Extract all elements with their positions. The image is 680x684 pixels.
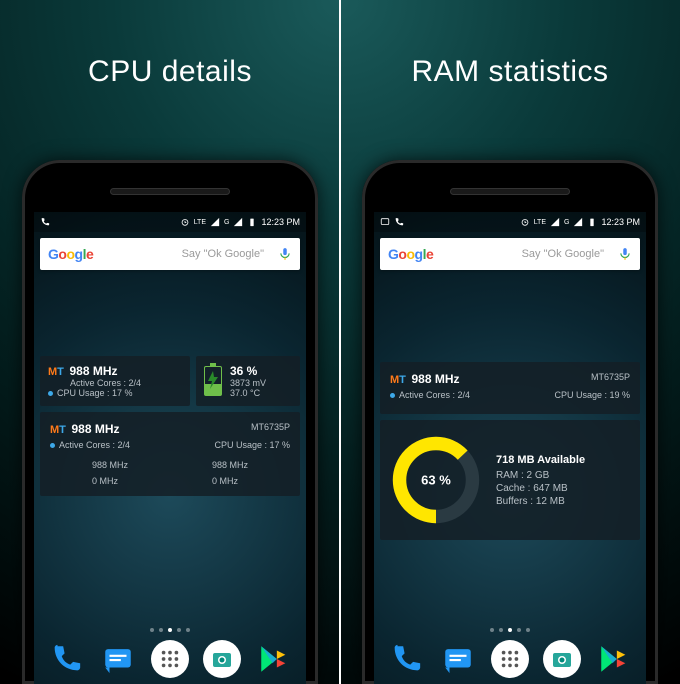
clock-time: 12:23 PM xyxy=(261,217,300,227)
app-dock xyxy=(374,640,646,678)
panel-cpu: CPU details LTE G 12:23 PM xyxy=(0,0,340,684)
battery-pct: 36 % xyxy=(230,364,266,378)
core2-freq: 988 MHz xyxy=(212,460,248,470)
cpu-usage: CPU Usage : 17 % xyxy=(57,388,133,398)
cpu-wide-usage: CPU Usage : 17 % xyxy=(214,440,290,450)
ram-pct: 63 % xyxy=(421,473,451,488)
panel-divider xyxy=(339,0,341,684)
phone-call-icon xyxy=(40,217,50,227)
phone-frame-left: LTE G 12:23 PM Google Say "Ok Google" xyxy=(22,160,318,684)
search-placeholder: Say "Ok Google" xyxy=(101,248,270,260)
messages-app-icon[interactable] xyxy=(439,640,477,678)
cpu-freq: 988 MHz xyxy=(69,364,117,378)
google-search-bar[interactable]: Google Say "Ok Google" xyxy=(40,238,300,270)
battery-temp: 37.0 °C xyxy=(230,388,266,398)
phone-screen-left: LTE G 12:23 PM Google Say "Ok Google" xyxy=(34,212,306,684)
signal-icon xyxy=(550,217,560,227)
mt-logo: MT xyxy=(48,366,64,378)
panel-ram: RAM statistics LTE G 12: xyxy=(340,0,680,684)
status-dot-icon xyxy=(390,393,395,398)
page-indicator xyxy=(34,628,306,632)
core4-freq: 0 MHz xyxy=(212,476,248,486)
search-placeholder: Say "Ok Google" xyxy=(441,248,610,260)
status-bar: LTE G 12:23 PM xyxy=(34,212,306,232)
status-bar: LTE G 12:23 PM xyxy=(374,212,646,232)
phone-app-icon[interactable] xyxy=(47,640,85,678)
google-logo: Google xyxy=(388,246,433,262)
mic-icon[interactable] xyxy=(278,247,292,261)
camera-app-icon[interactable] xyxy=(543,640,581,678)
cpu-cores: Active Cores : 2/4 xyxy=(48,378,182,388)
app-dock xyxy=(34,640,306,678)
alarm-icon xyxy=(520,217,530,227)
cpu-r-cores: Active Cores : 2/4 xyxy=(399,390,470,400)
phone-call-icon xyxy=(394,217,404,227)
battery-icon xyxy=(587,217,597,227)
cpu-right-widget[interactable]: MT 988 MHz MT6735P Active Cores : 2/4 CP… xyxy=(380,362,640,414)
cpu-wide-freq: 988 MHz xyxy=(71,422,119,436)
cpu-r-chip: MT6735P xyxy=(591,372,630,386)
app-drawer-icon[interactable] xyxy=(151,640,189,678)
google-logo: Google xyxy=(48,246,93,262)
battery-widget[interactable]: 36 % 3873 mV 37.0 °C xyxy=(196,356,300,406)
ram-available: 718 MB Available xyxy=(496,454,585,466)
title-ram: RAM statistics xyxy=(340,0,680,89)
status-right: LTE G 12:23 PM xyxy=(180,217,300,227)
ram-cache: Cache : 647 MB xyxy=(496,483,585,494)
camera-app-icon[interactable] xyxy=(203,640,241,678)
signal-icon xyxy=(210,217,220,227)
signal2-icon xyxy=(573,217,583,227)
mt-logo-2: MT xyxy=(50,424,66,436)
status-left xyxy=(40,217,50,227)
battery-icon xyxy=(247,217,257,227)
page-indicator xyxy=(374,628,646,632)
battery-mv: 3873 mV xyxy=(230,378,266,388)
signal2-icon xyxy=(233,217,243,227)
core1-freq: 988 MHz xyxy=(92,460,128,470)
play-store-icon[interactable] xyxy=(255,640,293,678)
title-cpu: CPU details xyxy=(0,0,340,89)
alarm-icon xyxy=(180,217,190,227)
cpu-r-freq: 988 MHz xyxy=(411,372,459,386)
core3-freq: 0 MHz xyxy=(92,476,128,486)
lte-label: LTE xyxy=(534,219,546,226)
g-label: G xyxy=(224,219,229,226)
play-store-icon[interactable] xyxy=(595,640,633,678)
cpu-chip: MT6735P xyxy=(251,422,290,436)
phone-speaker xyxy=(110,188,230,195)
phone-app-icon[interactable] xyxy=(387,640,425,678)
g-label: G xyxy=(564,219,569,226)
google-search-bar[interactable]: Google Say "Ok Google" xyxy=(380,238,640,270)
cpu-wide-cores: Active Cores : 2/4 xyxy=(59,440,130,450)
ram-buffers: Buffers : 12 MB xyxy=(496,496,585,507)
ram-donut-chart: 63 % xyxy=(388,432,484,528)
app-drawer-icon[interactable] xyxy=(491,640,529,678)
status-dot-icon xyxy=(48,391,53,396)
messages-app-icon[interactable] xyxy=(99,640,137,678)
cpu-r-usage: CPU Usage : 19 % xyxy=(554,390,630,400)
phone-frame-right: LTE G 12:23 PM Google Say "Ok Google" xyxy=(362,160,658,684)
cpu-small-widget[interactable]: MT 988 MHz Active Cores : 2/4 CPU Usage … xyxy=(40,356,190,406)
mic-icon[interactable] xyxy=(618,247,632,261)
ram-widget[interactable]: 63 % 718 MB Available RAM : 2 GB Cache :… xyxy=(380,420,640,540)
mt-logo-3: MT xyxy=(390,374,406,386)
status-left xyxy=(380,217,404,227)
status-dot-icon xyxy=(50,443,55,448)
cast-icon xyxy=(380,217,390,227)
phone-speaker xyxy=(450,188,570,195)
phone-screen-right: LTE G 12:23 PM Google Say "Ok Google" xyxy=(374,212,646,684)
ram-total: RAM : 2 GB xyxy=(496,470,585,481)
lte-label: LTE xyxy=(194,219,206,226)
clock-time: 12:23 PM xyxy=(601,217,640,227)
cpu-wide-widget[interactable]: MT 988 MHz MT6735P Active Cores : 2/4 CP… xyxy=(40,412,300,496)
status-right: LTE G 12:23 PM xyxy=(520,217,640,227)
battery-level-icon xyxy=(204,366,222,396)
